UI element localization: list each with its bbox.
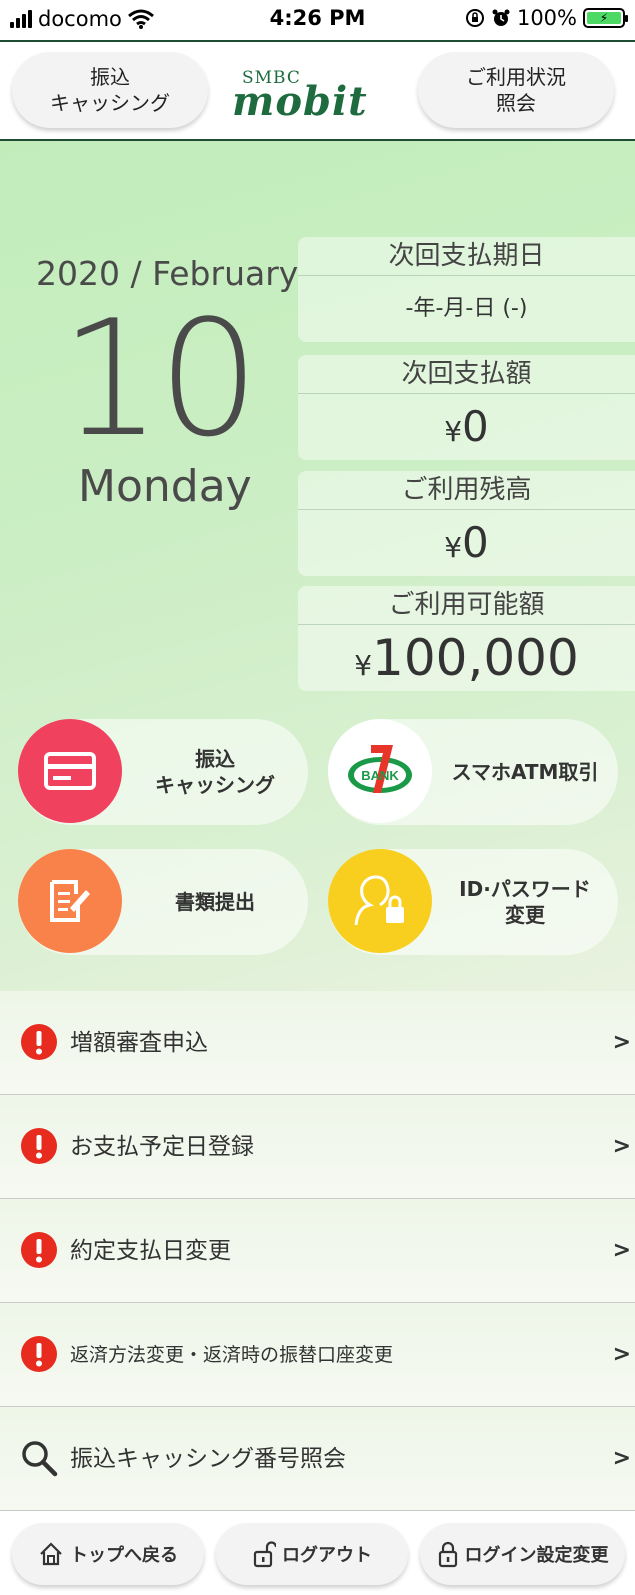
smbc-mobit-logo: SMBC mobit: [232, 68, 400, 125]
alert-icon: [21, 1024, 57, 1060]
battery-icon: ⚡: [583, 8, 628, 28]
rotation-lock-icon: [465, 9, 484, 27]
list-item-label: 約定支払日変更: [70, 1238, 231, 1264]
list-item-contract-date-change[interactable]: 約定支払日変更 >: [0, 1199, 635, 1303]
usage-balance-value: 0: [462, 518, 489, 567]
id-password-change-button[interactable]: ID·パスワード 変更: [328, 849, 618, 955]
battery-percent: 100%: [516, 6, 577, 30]
list-item-credit-increase[interactable]: 増額審査申込 >: [0, 991, 635, 1095]
back-to-top-button[interactable]: トップへ戻る: [12, 1523, 204, 1585]
dashboard: 2020 / February 10 Monday 次回支払期日 -年-月-日 …: [0, 141, 635, 991]
seven-bank-icon: BANK: [328, 719, 432, 823]
list-item-label: 振込キャッシング番号照会: [70, 1446, 346, 1472]
logout-button[interactable]: ログアウト: [216, 1523, 408, 1585]
next-payment-amount-label: 次回支払額: [298, 355, 635, 394]
card-icon: [18, 719, 122, 823]
unlock-icon: [253, 1541, 276, 1568]
alert-icon: [21, 1232, 57, 1268]
list-item-cashing-number-inquiry[interactable]: 振込キャッシング番号照会 >: [0, 1407, 635, 1511]
bottom-nav: トップへ戻る ログアウト ログイン設定変更: [0, 1513, 635, 1595]
available-credit-box: ご利用可能額 ¥100,000: [298, 586, 635, 691]
document-submit-label: 書類提出: [175, 890, 255, 914]
document-icon: [18, 849, 122, 953]
list-item-label: 返済方法変更・返済時の振替口座変更: [70, 1344, 394, 1366]
date-weekday: Monday: [78, 461, 252, 512]
chevron-right-icon: >: [612, 1342, 631, 1367]
lock-icon: [438, 1541, 457, 1568]
alert-icon: [21, 1336, 57, 1372]
seven-bank-badge-text: BANK: [361, 768, 399, 783]
chevron-right-icon: >: [612, 1030, 631, 1055]
list-item-repayment-method-change[interactable]: 返済方法変更・返済時の振替口座変更 >: [0, 1303, 635, 1407]
logout-label: ログアウト: [282, 1545, 372, 1566]
available-credit-label: ご利用可能額: [298, 586, 635, 625]
status-bar: docomo 4:26 PM 100% ⚡: [0, 0, 635, 40]
usage-balance-label: ご利用残高: [298, 471, 635, 510]
usage-inquiry-header-button[interactable]: ご利用状況 照会: [418, 52, 614, 128]
next-payment-amount-box: 次回支払額 ¥0: [298, 355, 635, 460]
available-credit-value: 100,000: [372, 629, 579, 687]
transfer-cashing-button[interactable]: 振込 キャッシング: [18, 719, 308, 825]
alarm-icon: [492, 9, 510, 26]
list-item-payment-date-register[interactable]: お支払予定日登録 >: [0, 1095, 635, 1199]
login-settings-button[interactable]: ログイン設定変更: [420, 1523, 625, 1585]
search-icon: [22, 1441, 58, 1477]
document-submit-button[interactable]: 書類提出: [18, 849, 308, 955]
smartphone-atm-label: スマホATM取引: [451, 760, 599, 784]
currency-symbol: ¥: [444, 531, 463, 564]
smartphone-atm-button[interactable]: BANK スマホATM取引: [328, 719, 618, 825]
login-settings-label: ログイン設定変更: [464, 1545, 609, 1566]
next-payment-date-box: 次回支払期日 -年-月-日 (-): [298, 237, 635, 342]
currency-symbol: ¥: [444, 415, 463, 448]
app-header: 振込 キャッシング SMBC mobit ご利用状況 照会: [0, 40, 635, 141]
list-item-label: お支払予定日登録: [70, 1134, 254, 1160]
home-icon: [40, 1542, 62, 1566]
user-lock-icon: [328, 849, 432, 953]
date-day: 10: [60, 285, 260, 472]
next-payment-amount-value: 0: [462, 402, 489, 451]
transfer-cashing-header-button[interactable]: 振込 キャッシング: [12, 52, 208, 128]
logo-mobit-text: mobit: [232, 78, 368, 125]
chevron-right-icon: >: [612, 1446, 631, 1471]
id-password-change-label: ID·パスワード 変更: [459, 877, 591, 927]
currency-symbol: ¥: [354, 649, 373, 682]
list-item-label: 増額審査申込: [70, 1030, 208, 1056]
next-payment-date-value: -年-月-日 (-): [405, 296, 528, 321]
usage-balance-box: ご利用残高 ¥0: [298, 471, 635, 576]
transfer-cashing-label: 振込 キャッシング: [155, 747, 275, 797]
next-payment-date-label: 次回支払期日: [298, 237, 635, 276]
alert-icon: [21, 1128, 57, 1164]
back-to-top-label: トップへ戻る: [70, 1545, 178, 1566]
chevron-right-icon: >: [612, 1238, 631, 1263]
menu-list: 増額審査申込 > お支払予定日登録 > 約定支払日変更 > 返済方法変更・返済時…: [0, 991, 635, 1513]
chevron-right-icon: >: [612, 1134, 631, 1159]
